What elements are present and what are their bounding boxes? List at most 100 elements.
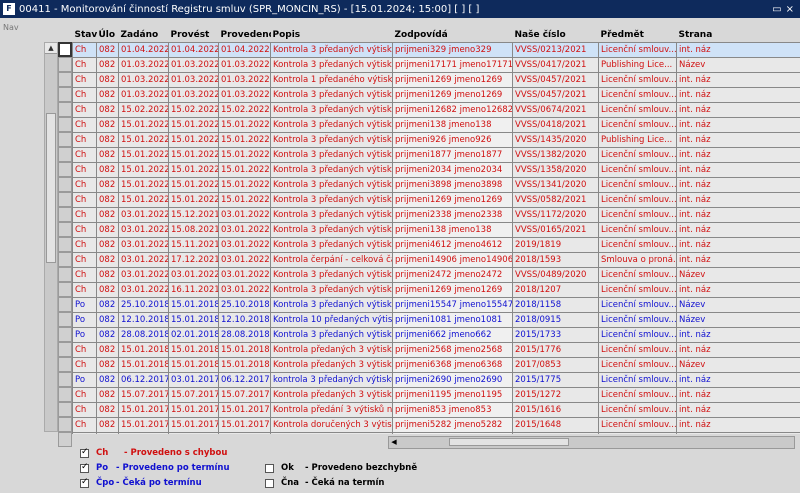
cell-stav[interactable]: Ch [72,42,97,58]
cell-strana[interactable]: Název [676,297,800,313]
cell-provedeno[interactable]: 03.01.2022 [218,237,271,253]
row-selector[interactable] [58,252,72,267]
cell-predmet[interactable]: Licenční smlouv... [598,327,677,343]
cell-zodpovida[interactable]: prijmeni2690 jmeno2690 [392,372,513,388]
cell-provedeno[interactable]: 28.08.2018 [218,327,271,343]
table-row[interactable]: Po 082 28.08.2018 02.01.2018 28.08.2018 Kontr… [72,327,800,343]
cell-popis[interactable]: Kontrola doručených 3 výtisků [270,417,393,433]
cell-provest[interactable]: 02.01.2018 [168,327,219,343]
cell-predmet[interactable]: Licenční smlouv... [598,162,677,178]
cell-popis[interactable]: Kontrola předání 3 výtisků na... [270,402,393,418]
scroll-thumb[interactable] [46,113,56,263]
cell-provest[interactable]: 15.01.2022 [168,177,219,193]
cell-provedeno[interactable]: 03.01.2022 [218,222,271,238]
vertical-scrollbar[interactable]: ▲ [44,42,58,432]
cell-nase-cislo[interactable]: 2015/1272 [512,387,599,403]
cell-predmet[interactable]: Licenční smlouv... [598,237,677,253]
cell-popis[interactable]: Kontrola 3 předaných výtisků [270,237,393,253]
cell-zadano[interactable]: 01.03.2022 [118,87,169,103]
cell-ulo[interactable]: 082 [96,222,119,238]
table-row[interactable]: Ch 082 03.01.2022 15.11.2021 03.01.2022 Kontr… [72,237,800,253]
table-row[interactable]: Ch 082 15.01.2018 15.01.2018 15.01.2018 Kontr… [72,342,800,358]
cell-predmet[interactable]: Smlouva o proná... [598,252,677,268]
cell-predmet[interactable]: Licenční smlouv... [598,297,677,313]
cell-provest[interactable]: 17.12.2021 [168,252,219,268]
cell-provest[interactable]: 01.03.2022 [168,72,219,88]
cell-predmet[interactable]: Licenční smlouv... [598,372,677,388]
cell-zodpovida[interactable]: prijmeni5282 jmeno5282 [392,417,513,433]
cell-provest[interactable]: 15.01.2022 [168,117,219,133]
cell-provedeno[interactable]: 15.01.2022 [218,162,271,178]
cell-popis[interactable]: Kontrola předaných 3 výtisků [270,342,393,358]
cell-nase-cislo[interactable]: VVSS/1382/2020 [512,147,599,163]
cell-zodpovida[interactable]: prijmeni15547 jmeno15547 [392,297,513,313]
cell-nase-cislo[interactable]: VVSS/1435/2020 [512,132,599,148]
cell-strana[interactable]: int. náz [676,372,800,388]
cell-stav[interactable]: Ch [72,177,97,193]
cell-ulo[interactable]: 082 [96,177,119,193]
row-selector[interactable] [58,132,72,147]
legend-po[interactable]: Po - Provedeno po termínu [80,462,230,473]
cell-ulo[interactable]: 082 [96,42,119,58]
cell-strana[interactable]: int. náz [676,72,800,88]
row-selector[interactable] [58,102,72,117]
cell-provest[interactable]: 15.11.2021 [168,237,219,253]
cell-zadano[interactable]: 01.03.2022 [118,72,169,88]
cell-stav[interactable]: Ch [72,267,97,283]
cell-strana[interactable]: int. náz [676,177,800,193]
cell-ulo[interactable]: 082 [96,147,119,163]
cell-provest[interactable]: 15.01.2022 [168,132,219,148]
cell-zodpovida[interactable]: prijmeni3898 jmeno3898 [392,177,513,193]
cell-ulo[interactable]: 082 [96,132,119,148]
cell-popis[interactable]: Kontrola předaných 3 výtisků [270,357,393,373]
table-row[interactable]: Ch08215.01.201715.01.201715.01.2017Kontr… [72,417,800,433]
cell-zodpovida[interactable]: prijmeni2472 jmeno2472 [392,267,513,283]
cell-predmet[interactable]: Licenční smlouv... [598,342,677,358]
cell-provedeno[interactable]: 15.01.2018 [218,342,271,358]
cell-predmet[interactable]: Licenční smlouv... [598,117,677,133]
cell-stav[interactable]: Ch [72,222,97,238]
cell-ulo[interactable]: 082 [96,372,119,388]
table-row[interactable]: Ch 082 15.01.2022 15.01.2022 15.01.2022 Kontr… [72,162,800,178]
scroll-up-icon[interactable]: ▲ [45,43,57,54]
cell-strana[interactable]: Název [676,312,800,328]
cell-zadano[interactable]: 15.01.2022 [118,192,169,208]
row-selector[interactable] [58,357,72,372]
cell-ulo[interactable]: 082 [96,417,119,433]
cell-zodpovida[interactable]: prijmeni1081 jmeno1081 [392,312,513,328]
cell-ulo[interactable]: 082 [96,402,119,418]
cell-popis[interactable]: Kontrola 3 předaných výtisků [270,282,393,298]
cell-stav[interactable]: Ch [72,252,97,268]
cell-zodpovida[interactable]: prijmeni12682 jmeno12682 [392,102,513,118]
cell-predmet[interactable]: Licenční smlouv... [598,312,677,328]
cell-nase-cislo[interactable]: 2018/0915 [512,312,599,328]
table-row[interactable]: Po 082 06.12.2017 03.01.2017 06.12.2017 kontr… [72,372,800,388]
cell-nase-cislo[interactable]: 2018/1207 [512,282,599,298]
row-selector[interactable] [58,327,72,342]
cell-zodpovida[interactable]: prijmeni17171 jmeno17171 [392,57,513,73]
cell-stav[interactable]: Po [72,312,97,328]
cell-stav[interactable]: Ch [72,417,97,433]
cell-strana[interactable]: int. náz [676,252,800,268]
row-selector[interactable] [58,117,72,132]
cell-strana[interactable]: int. náz [676,417,800,433]
cell-popis[interactable]: kontrola 3 předaných výtisků [270,372,393,388]
cell-popis[interactable]: Kontrola 3 předaných výtisků [270,117,393,133]
cell-strana[interactable]: int. náz [676,282,800,298]
cell-stav[interactable]: Po [72,327,97,343]
cell-strana[interactable]: int. náz [676,102,800,118]
cell-popis[interactable]: Kontrola předaných 3 výtisků [270,387,393,403]
table-row[interactable]: Ch 082 01.03.2022 01.03.2022 01.03.2022 Kontr… [72,57,800,73]
row-selector[interactable] [58,147,72,162]
table-row[interactable]: Ch08215.01.201715.01.201715.01.2017Kontr… [72,432,800,434]
table-row[interactable]: Ch 082 03.01.2022 15.08.2021 03.01.2022 Kontr… [72,222,800,238]
cell-stav[interactable]: Ch [72,357,97,373]
cell-popis[interactable]: Kontrola 10 předaných výtisků [270,312,393,328]
restore-icon[interactable]: ▭ [772,4,781,15]
cell-popis[interactable]: Kontrola 3 předaných výtisků [270,327,393,343]
cell-zadano[interactable]: 15.01.2022 [118,147,169,163]
legend-ok[interactable]: Ok - Provedeno bezchybně [265,463,417,473]
cell-provedeno[interactable]: 06.12.2017 [218,372,271,388]
cell-zadano[interactable]: 01.04.2022 [118,42,169,58]
cell-zodpovida[interactable]: prijmeni1269 jmeno1269 [392,72,513,88]
